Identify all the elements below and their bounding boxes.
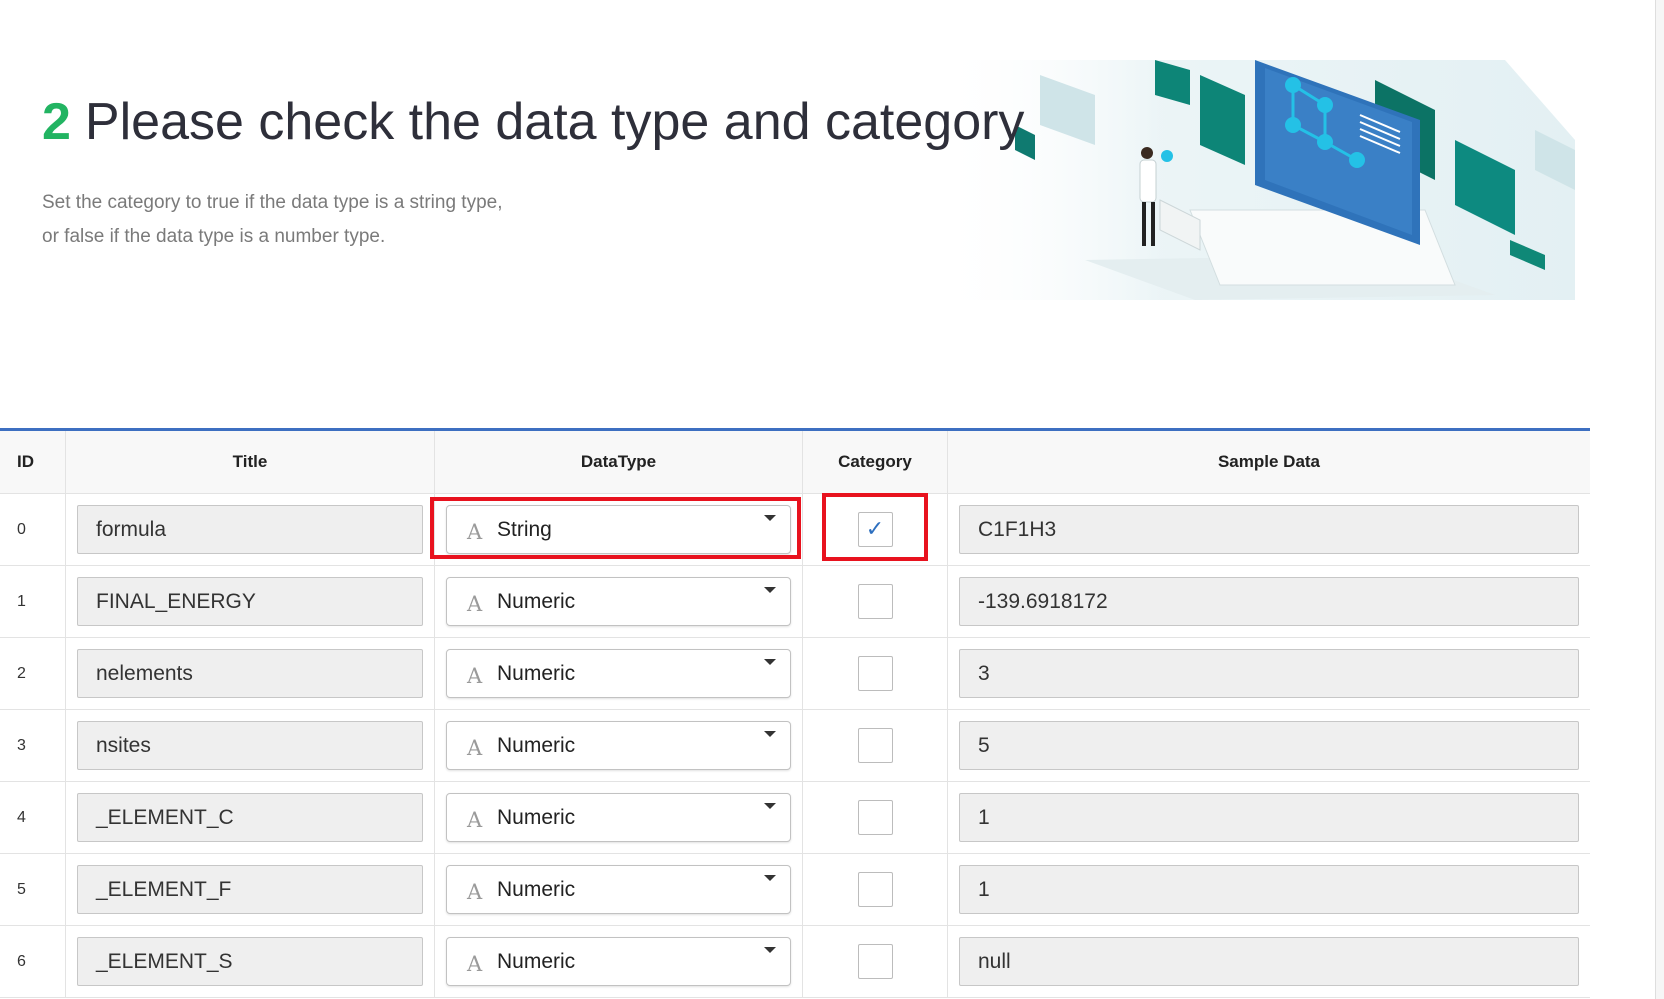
vertical-scrollbar[interactable]	[1655, 0, 1664, 999]
chevron-down-icon	[764, 803, 776, 809]
row-id: 2	[17, 664, 26, 682]
row-id: 1	[17, 592, 26, 610]
datatype-select[interactable]: A Numeric	[446, 649, 791, 698]
text-type-icon: A	[467, 879, 483, 904]
page-title: 2 Please check the data type and category	[42, 90, 1024, 154]
hero-illustration	[935, 60, 1575, 300]
chevron-down-icon	[764, 587, 776, 593]
table-row: 0 formula A String ✓ C1F1H3	[0, 494, 1590, 566]
title-field[interactable]: formula	[77, 505, 423, 554]
column-header-id: ID	[0, 431, 66, 493]
datatype-select[interactable]: A Numeric	[446, 793, 791, 842]
chevron-down-icon	[764, 659, 776, 665]
text-type-icon: A	[467, 807, 483, 832]
title-field[interactable]: _ELEMENT_C	[77, 793, 423, 842]
sample-data-field[interactable]: 5	[959, 721, 1579, 770]
column-header-sample-data: Sample Data	[1217, 452, 1321, 471]
category-checkbox[interactable]	[857, 800, 893, 835]
category-checkbox[interactable]	[857, 872, 893, 907]
datatype-select[interactable]: A String	[446, 505, 791, 554]
text-type-icon: A	[467, 951, 483, 976]
checkmark-icon: ✓	[865, 517, 885, 542]
title-field[interactable]: nsites	[77, 721, 423, 770]
datatype-select[interactable]: A Numeric	[446, 937, 791, 986]
column-header-datatype: DataType	[435, 431, 803, 493]
table-header-row: ID Title DataType Category Sample Data	[0, 431, 1590, 494]
sample-data-field[interactable]: 1	[959, 793, 1579, 842]
column-header-category: Category	[803, 431, 948, 493]
title-field[interactable]: _ELEMENT_F	[77, 865, 423, 914]
instructions-line-2: or false if the data type is a number ty…	[42, 226, 386, 247]
sample-data-field[interactable]: C1F1H3	[959, 505, 1579, 554]
title-field[interactable]: _ELEMENT_S	[77, 937, 423, 986]
title-field[interactable]: nelements	[77, 649, 423, 698]
data-type-table: ID Title DataType Category Sample Data 0…	[0, 428, 1590, 998]
category-checkbox[interactable]	[857, 944, 893, 979]
sample-data-field[interactable]: 3	[959, 649, 1579, 698]
chevron-down-icon	[764, 515, 776, 521]
chevron-down-icon	[764, 731, 776, 737]
table-row: 2 nelements A Numeric 3	[0, 638, 1590, 710]
page-title-text: Please check the data type and category	[84, 93, 1025, 151]
datatype-value: Numeric	[497, 589, 576, 613]
datatype-value: Numeric	[497, 661, 576, 685]
datatype-value: Numeric	[497, 733, 576, 757]
datatype-value: String	[497, 517, 552, 541]
category-checkbox[interactable]	[857, 728, 893, 763]
text-type-icon: A	[467, 519, 483, 544]
instructions-line-1: Set the category to true if the data typ…	[42, 192, 503, 213]
text-type-icon: A	[467, 735, 483, 760]
text-type-icon: A	[467, 591, 483, 616]
instructions: Set the category to true if the data typ…	[42, 186, 502, 254]
table-row: 4 _ELEMENT_C A Numeric 1	[0, 782, 1590, 854]
chevron-down-icon	[764, 875, 776, 881]
text-type-icon: A	[467, 663, 483, 688]
row-id: 5	[17, 880, 26, 898]
chevron-down-icon	[764, 947, 776, 953]
datatype-value: Numeric	[497, 949, 576, 973]
category-checkbox[interactable]	[857, 656, 893, 691]
table-row: 5 _ELEMENT_F A Numeric 1	[0, 854, 1590, 926]
datatype-select[interactable]: A Numeric	[446, 865, 791, 914]
datatype-value: Numeric	[497, 877, 576, 901]
table-row: 6 _ELEMENT_S A Numeric null	[0, 926, 1590, 998]
row-id: 4	[17, 808, 26, 826]
title-field[interactable]: FINAL_ENERGY	[77, 577, 423, 626]
row-id: 3	[17, 736, 26, 754]
sample-data-field[interactable]: 1	[959, 865, 1579, 914]
table-row: 3 nsites A Numeric 5	[0, 710, 1590, 782]
row-id: 6	[17, 952, 26, 970]
datatype-select[interactable]: A Numeric	[446, 577, 791, 626]
table-row: 1 FINAL_ENERGY A Numeric -139.6918172	[0, 566, 1590, 638]
row-id: 0	[17, 520, 26, 538]
datatype-value: Numeric	[497, 805, 576, 829]
category-checkbox[interactable]	[857, 584, 893, 619]
category-checkbox[interactable]: ✓	[857, 512, 893, 547]
column-header-title: Title	[66, 431, 435, 493]
step-number: 2	[42, 93, 71, 151]
sample-data-field[interactable]: null	[959, 937, 1579, 986]
datatype-select[interactable]: A Numeric	[446, 721, 791, 770]
sample-data-field[interactable]: -139.6918172	[959, 577, 1579, 626]
